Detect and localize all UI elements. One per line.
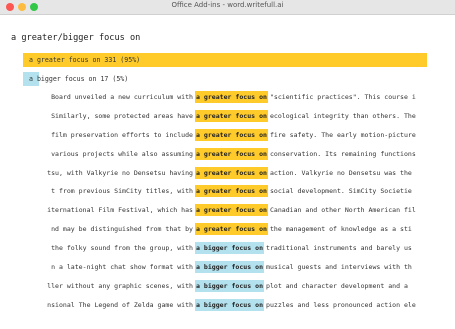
example-left-context: Board unveiled a new curriculum with [51,93,193,101]
example-right-context: conservation. Its remaining functions [269,149,416,158]
example-right-context: "scientific practices". This course i [269,93,416,101]
example-left-context: tsu, with Valkyrie no Densetsu having [47,168,193,177]
example-phrase-highlight: a bigger focus on [195,279,265,292]
example-phrase-highlight: a greater focus on [195,185,268,198]
example-left-context: ller without any graphic scenes, with [47,281,193,290]
example-left-context: nsional The Legend of Zelda game with [47,300,193,309]
example-row: tsu, with Valkyrie no Densetsu having a g… [0,164,455,183]
example-row: Similarly, some protected areas have a gr… [0,107,455,126]
example-right-context: fire safety. The early motion-picture [269,130,416,139]
example-right-context: ecological integrity than others. The [269,111,416,120]
example-row: nsional The Legend of Zelda game with a b… [0,296,455,315]
example-row: n a late-night chat show format with a bi… [0,258,455,277]
example-right-context: musical guests and interviews with th [266,263,412,272]
example-phrase-highlight: a greater focus on [195,128,268,141]
example-row: iternational Film Festival, which has a g… [0,201,455,220]
example-row: film preservation efforts to include a gr… [0,126,455,145]
example-right-context: Canadian and other North American fil [269,206,416,215]
example-right-context: action. Valkyrie no Densetsu was the [269,168,412,177]
example-row: nd may be distinguished from that by a gr… [0,220,455,239]
addin-window: Office Add-ins - word.writefull.ai a gre… [0,0,455,329]
result-bar-greater[interactable]: a greater focus on 331 (95%) [23,53,427,67]
example-left-context: n a late-night chat show format with [51,263,193,272]
example-left-context: the folky sound from the group, with [51,244,193,253]
example-left-context: nd may be distinguished from that by [51,225,193,234]
example-right-context: plot and character development and a [266,281,408,290]
window-title: Office Add-ins - word.writefull.ai [171,1,284,9]
example-phrase-highlight: a greater focus on [195,223,268,236]
example-left-context: film preservation efforts to include [51,130,193,139]
example-phrase-highlight: a greater focus on [195,147,268,160]
example-row: the folky sound from the group, with a bi… [0,239,455,258]
examples-list: Board unveiled a new curriculum with a gr… [0,88,455,315]
result-label-greater: a greater focus on 331 (95%) [29,56,141,64]
example-left-context: iternational Film Festival, which has [47,206,193,215]
example-left-context: Similarly, some protected areas have [51,111,193,120]
example-phrase-highlight: a greater focus on [195,109,268,122]
example-right-context: the management of knowledge as a sti [269,225,412,234]
example-left-context: various projects while also assuming [51,149,193,158]
example-row: various projects while also assuming a gr… [0,145,455,164]
example-phrase-highlight: a bigger focus on [195,261,265,274]
example-row: ller without any graphic scenes, with a b… [0,277,455,296]
example-phrase-highlight: a greater focus on [195,91,268,103]
title-bar: Office Add-ins - word.writefull.ai [0,0,455,15]
example-phrase-highlight: a greater focus on [195,204,268,217]
example-phrase-highlight: a bigger focus on [195,242,265,255]
search-query: a greater/bigger focus on [11,33,141,43]
example-phrase-highlight: a greater focus on [195,166,268,179]
example-right-context: traditional instruments and barely us [266,244,412,253]
result-label-bigger: a bigger focus on 17 (5%) [29,75,129,83]
example-row: t from previous SimCity titles, with a gr… [0,182,455,201]
example-left-context: t from previous SimCity titles, with [51,187,193,196]
example-right-context: social development. SimCity Societie [269,187,412,196]
example-right-context: puzzles and less pronounced action ele [266,300,416,309]
result-bar-bigger[interactable]: a bigger focus on 17 (5%) [23,72,128,86]
example-row: Board unveiled a new curriculum with a gr… [0,88,455,107]
example-phrase-highlight: a bigger focus on [195,298,265,311]
